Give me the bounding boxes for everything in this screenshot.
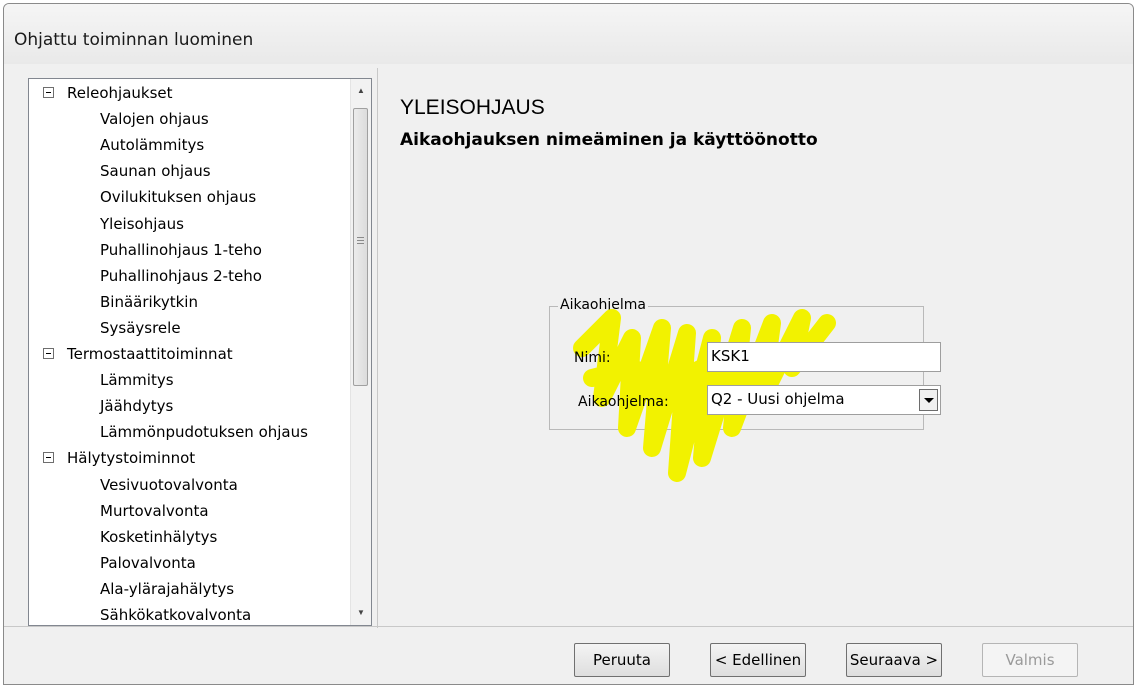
name-input[interactable]: KSK1 [707, 342, 941, 372]
collapse-icon[interactable] [43, 348, 54, 359]
name-label: Nimi: [574, 350, 611, 366]
scroll-thumb[interactable] [353, 108, 368, 386]
title-bar: Ohjattu toiminnan luominen [4, 4, 1133, 64]
tree-item[interactable]: Puhallinohjaus 1-teho [100, 237, 262, 263]
tree-item[interactable]: Lämmitys [100, 367, 174, 393]
page-subtitle: Aikaohjauksen nimeäminen ja käyttöönotto [400, 130, 818, 150]
button-bar: Peruuta < Edellinen Seuraava > Valmis [4, 626, 1133, 684]
window-title: Ohjattu toiminnan luominen [14, 30, 254, 50]
tree-item[interactable]: Valojen ohjaus [100, 106, 209, 132]
collapse-icon[interactable] [43, 87, 54, 98]
tree-item[interactable]: Vesivuotovalvonta [100, 472, 238, 498]
tree-item[interactable]: Saunan ohjaus [100, 158, 211, 184]
tree-item[interactable]: Binäärikytkin [100, 289, 198, 315]
tree-group[interactable]: Releohjaukset [43, 80, 173, 106]
program-select-value: Q2 - Uusi ohjelma [711, 390, 845, 408]
tree-scrollbar[interactable]: ▲ ▼ [350, 79, 371, 625]
tree-item[interactable]: Ovilukituksen ohjaus [100, 184, 256, 210]
tree-items: Releohjaukset Valojen ohjaus Autolämmitys S… [29, 79, 347, 625]
finish-button[interactable]: Valmis [982, 643, 1078, 677]
scroll-up-icon[interactable]: ▲ [351, 81, 371, 101]
groupbox-label: Aikaohjelma [558, 297, 648, 313]
collapse-icon[interactable] [43, 452, 54, 464]
cancel-button[interactable]: Peruuta [574, 643, 670, 677]
program-label: Aikaohjelma: [578, 394, 669, 410]
previous-button[interactable]: < Edellinen [710, 643, 806, 677]
tree-item[interactable]: Sähkökatkovalvonta [100, 602, 251, 625]
tree-item[interactable]: Ala-ylärajahälytys [100, 576, 234, 602]
tree-group-label: Releohjaukset [67, 84, 173, 102]
page-title: YLEISOHJAUS [400, 96, 545, 119]
tree-item[interactable]: Jäähdytys [100, 393, 173, 419]
tree-item[interactable]: Murtovalvonta [100, 498, 209, 524]
wizard-window: Ohjattu toiminnan luominen Releohjaukset… [3, 3, 1134, 685]
tree-item[interactable]: Puhallinohjaus 2-teho [100, 263, 262, 289]
program-select[interactable]: Q2 - Uusi ohjelma [707, 385, 941, 415]
tree-group-label: Hälytystoiminnot [67, 449, 196, 468]
chevron-down-icon[interactable] [919, 389, 938, 411]
content-pane: YLEISOHJAUS Aikaohjauksen nimeäminen ja … [377, 68, 1128, 628]
tree-item[interactable]: Lämmönpudotuksen ohjaus [100, 419, 308, 445]
tree-item[interactable]: Autolämmitys [100, 132, 204, 158]
tree-group-label: Termostaattitoiminnat [67, 345, 233, 363]
scroll-down-icon[interactable]: ▼ [351, 603, 371, 623]
tree-item[interactable]: Yleisohjaus [100, 211, 184, 237]
tree-item[interactable]: Palovalvonta [100, 550, 196, 576]
function-tree[interactable]: Releohjaukset Valojen ohjaus Autolämmitys S… [28, 78, 372, 626]
grip-icon [357, 237, 364, 246]
tree-group[interactable]: Hälytystoiminnot [43, 445, 195, 471]
next-button[interactable]: Seuraava > [846, 643, 942, 677]
tree-item[interactable]: Kosketinhälytys [100, 524, 217, 550]
tree-item[interactable]: Sysäysrele [100, 315, 181, 341]
tree-group[interactable]: Termostaattitoiminnat [43, 341, 233, 367]
